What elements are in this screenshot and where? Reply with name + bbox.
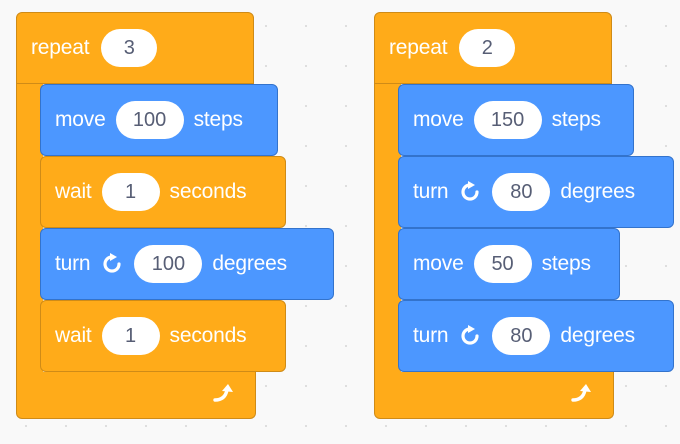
repeat-block-footer[interactable] — [16, 372, 256, 419]
repeat-label: repeat — [389, 36, 448, 59]
repeat-block-arm — [16, 84, 43, 374]
seconds-label: seconds — [169, 180, 247, 203]
turn-degrees-input[interactable]: 80 — [492, 317, 551, 355]
turn-degrees-input[interactable]: 80 — [492, 173, 551, 211]
degrees-label: degrees — [560, 324, 635, 347]
turn-block[interactable]: turn 100 degrees — [40, 228, 334, 300]
steps-label: steps — [541, 252, 591, 275]
turn-degrees-input[interactable]: 100 — [134, 245, 203, 283]
turn-label: turn — [413, 324, 449, 347]
wait-seconds-input[interactable]: 1 — [101, 317, 160, 355]
turn-block[interactable]: turn 80 degrees — [398, 156, 674, 228]
move-label: move — [55, 108, 106, 131]
repeat-label: repeat — [31, 36, 90, 59]
move-steps-input[interactable]: 50 — [473, 245, 532, 283]
turn-block[interactable]: turn 80 degrees — [398, 300, 674, 372]
repeat-count-input[interactable]: 3 — [101, 29, 158, 67]
rotate-clockwise-icon — [103, 253, 121, 273]
turn-label: turn — [413, 180, 449, 203]
move-block[interactable]: move 150 steps — [398, 84, 634, 156]
wait-label: wait — [55, 324, 92, 347]
repeat-block-footer[interactable] — [374, 372, 614, 419]
wait-block[interactable]: wait 1 seconds — [40, 156, 286, 228]
move-steps-input[interactable]: 150 — [473, 101, 542, 139]
loop-arrow-icon — [213, 384, 233, 402]
steps-label: steps — [193, 108, 243, 131]
repeat-count-input[interactable]: 2 — [459, 29, 516, 67]
move-block[interactable]: move 50 steps — [398, 228, 620, 300]
degrees-label: degrees — [560, 180, 635, 203]
degrees-label: degrees — [212, 252, 287, 275]
repeat-block-arm — [374, 84, 401, 374]
wait-label: wait — [55, 180, 92, 203]
move-label: move — [413, 252, 464, 275]
steps-label: steps — [551, 108, 601, 131]
move-block[interactable]: move 100 steps — [40, 84, 278, 156]
loop-arrow-icon — [571, 384, 591, 402]
move-steps-input[interactable]: 100 — [115, 101, 184, 139]
seconds-label: seconds — [169, 324, 247, 347]
wait-seconds-input[interactable]: 1 — [101, 173, 160, 211]
wait-block[interactable]: wait 1 seconds — [40, 300, 286, 372]
move-label: move — [413, 108, 464, 131]
repeat-block-header[interactable]: repeat 2 — [374, 12, 612, 84]
rotate-clockwise-icon — [461, 325, 479, 345]
rotate-clockwise-icon — [461, 181, 479, 201]
repeat-block-header[interactable]: repeat 3 — [16, 12, 254, 84]
turn-label: turn — [55, 252, 91, 275]
